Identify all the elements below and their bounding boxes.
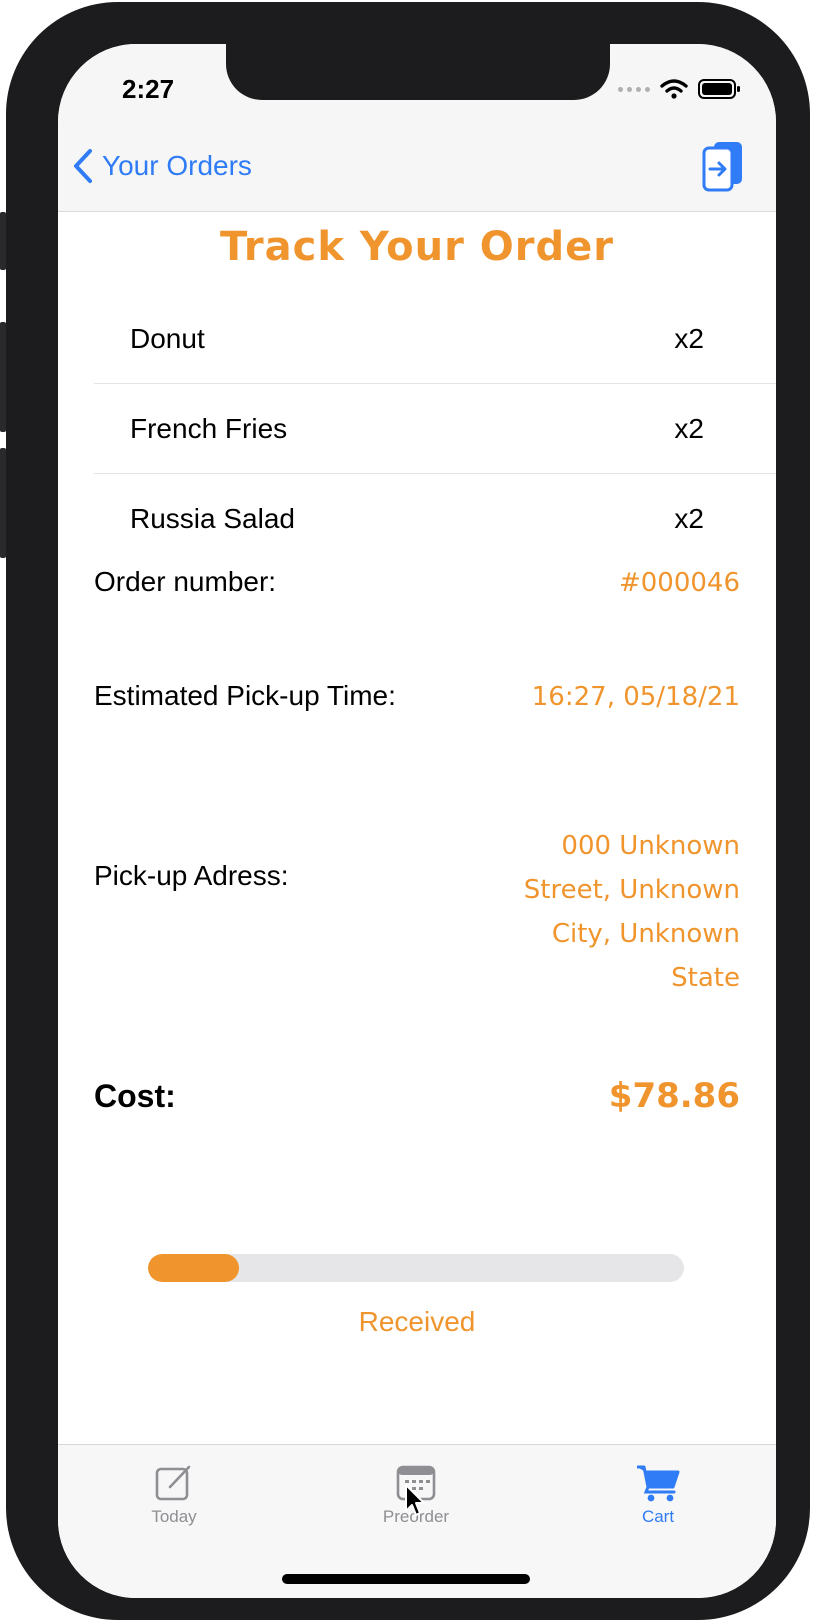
cost-value: $78.86 [608,1076,740,1116]
list-item: French Fries x2 [94,384,776,474]
wifi-icon [660,79,688,99]
tab-today[interactable]: Today [104,1463,244,1527]
compose-icon [155,1465,191,1501]
status-icons [618,78,742,100]
notch [226,44,610,100]
tab-cart[interactable]: Cart [588,1463,728,1527]
screen: 2:27 Your Orders Track Your Order Donut … [58,44,776,1598]
pickup-address-value: 000 Unknown Street, Unknown City, Unknow… [523,831,740,993]
pickup-time-label: Estimated Pick-up Time: [94,680,396,711]
home-indicator [282,1574,530,1584]
mute-switch [0,212,6,270]
order-number-label: Order number: [94,566,277,597]
back-button[interactable]: Your Orders [72,148,252,184]
item-quantity: x2 [674,412,704,444]
back-button-label: Your Orders [102,150,252,181]
cost-label: Cost: [94,1078,176,1114]
pickup-address-label: Pick-up Adress: [94,860,289,891]
item-quantity: x2 [674,503,704,534]
mouse-cursor-icon [405,1484,425,1516]
pickup-time-value: 16:27, 05/18/21 [531,682,740,712]
phone-arrow-icon [702,142,742,192]
sign-in-button[interactable] [702,140,744,196]
item-quantity: x2 [674,322,704,354]
tab-today-label: Today [151,1507,197,1526]
tab-cart-label: Cart [641,1507,675,1526]
list-item: Donut x2 [94,294,776,384]
order-progress-fill [148,1254,240,1282]
list-item: Russia Salad x2 [94,474,776,564]
order-progress-bar [148,1254,684,1282]
cart-icon [637,1465,680,1502]
volume-up-button [0,322,6,432]
signal-icon [618,86,650,92]
navigation-bar: 2:27 Your Orders [58,44,776,212]
status-time: 2:27 [122,74,175,104]
order-items-list: Donut x2 French Fries x2 Russia Salad x2 [94,294,776,564]
item-name: Donut [130,322,205,354]
phone-frame: 2:27 Your Orders Track Your Order Donut … [0,2,810,1620]
item-name: French Fries [130,412,288,444]
battery-icon [698,79,740,99]
chevron-left-icon [74,149,92,183]
order-status-text: Received [358,1306,476,1337]
page-title: Track Your Order [220,224,614,270]
item-name: Russia Salad [130,503,295,534]
volume-down-button [0,448,6,558]
order-number-value: #000046 [618,568,740,598]
